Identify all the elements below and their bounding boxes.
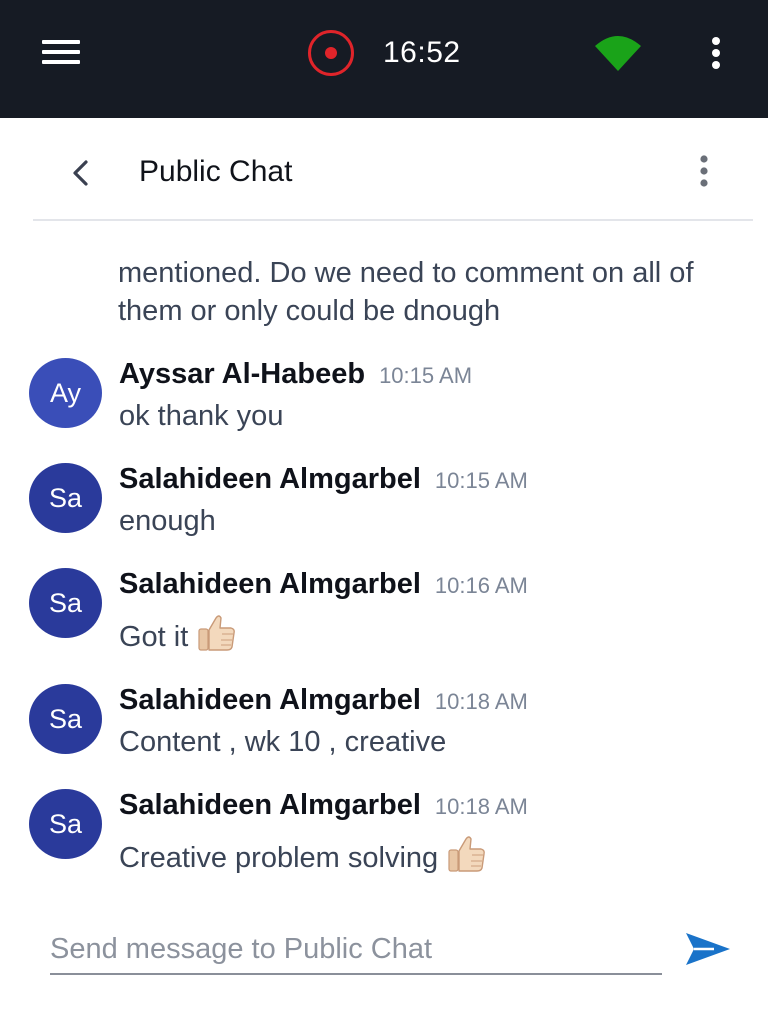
message-header: Salahideen Almgarbel 10:16 AM (119, 568, 528, 601)
sender-name[interactable]: Salahideen Almgarbel (119, 568, 421, 600)
thumbs-up-icon (446, 833, 488, 875)
message-header: Ayssar Al-Habeeb 10:15 AM (119, 358, 472, 391)
hamburger-menu-icon[interactable] (42, 40, 80, 66)
avatar[interactable]: Ay (29, 358, 102, 428)
avatar[interactable]: Sa (29, 789, 102, 859)
top-toolbar: 16:52 (0, 0, 768, 118)
message-header: Salahideen Almgarbel 10:18 AM (119, 684, 528, 717)
message-time: 10:16 AM (434, 573, 528, 598)
message-composer (0, 911, 768, 1024)
sender-name[interactable]: Ayssar Al-Habeeb (119, 358, 365, 390)
sender-name[interactable]: Salahideen Almgarbel (119, 463, 421, 495)
message-text: Content , wk 10 , creative (119, 726, 447, 758)
send-icon[interactable] (684, 929, 732, 969)
message-text: Creative problem solving (119, 842, 439, 874)
message-text: ok thank you (119, 400, 284, 432)
message-header: Salahideen Almgarbel 10:15 AM (119, 463, 528, 496)
message-list[interactable]: mentioned. Do we need to comment on all … (0, 221, 768, 911)
avatar[interactable]: Sa (29, 684, 102, 754)
message-text: enough (119, 505, 216, 537)
page-title: Public Chat (139, 155, 293, 188)
session-timer: 16:52 (383, 36, 461, 69)
wifi-signal-icon[interactable] (594, 34, 642, 72)
record-icon[interactable] (307, 29, 355, 77)
chevron-left-icon[interactable] (66, 158, 96, 188)
message-time: 10:18 AM (434, 794, 528, 819)
more-vertical-icon[interactable] (706, 36, 726, 70)
message-time: 10:15 AM (379, 363, 473, 388)
message-time: 10:15 AM (434, 468, 528, 493)
message-text-continued: mentioned. Do we need to comment on all … (118, 257, 694, 327)
avatar[interactable]: Sa (29, 463, 102, 533)
message-header: Salahideen Almgarbel 10:18 AM (119, 789, 528, 822)
sender-name[interactable]: Salahideen Almgarbel (119, 789, 421, 821)
avatar[interactable]: Sa (29, 568, 102, 638)
more-vertical-icon[interactable] (694, 154, 714, 188)
sender-name[interactable]: Salahideen Almgarbel (119, 684, 421, 716)
message-text: Got it (119, 621, 189, 653)
message-time: 10:18 AM (434, 689, 528, 714)
chat-header: Public Chat (0, 118, 768, 220)
message-input[interactable] (50, 925, 662, 975)
message-body: Creative problem solving (119, 833, 488, 875)
message-body: Got it (119, 612, 238, 654)
thumbs-up-icon (196, 612, 238, 654)
